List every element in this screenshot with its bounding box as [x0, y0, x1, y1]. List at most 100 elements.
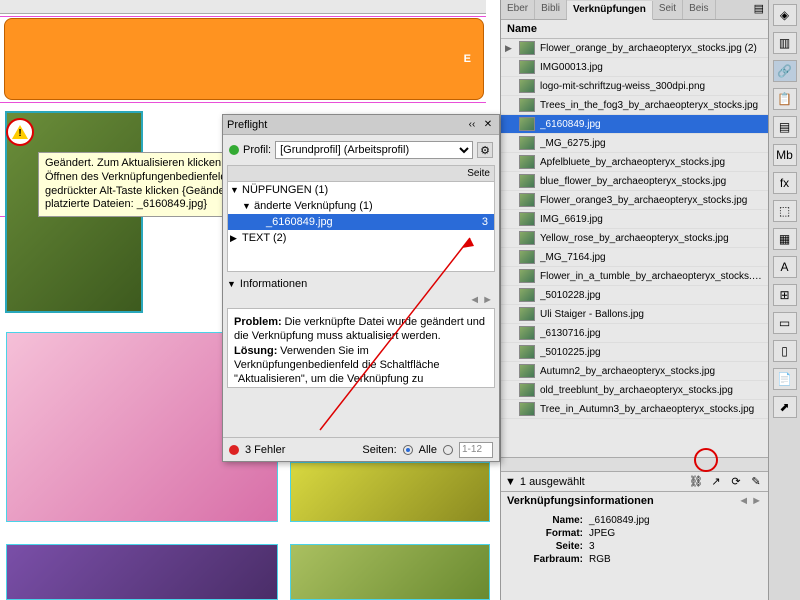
link-thumbnail	[519, 364, 535, 378]
next-icon[interactable]: ►	[482, 294, 493, 306]
close-icon[interactable]: ✕	[481, 118, 495, 132]
headline-frame[interactable]: E	[4, 18, 484, 100]
link-thumbnail	[519, 250, 535, 264]
pages-range-radio[interactable]	[443, 445, 453, 455]
tree-node[interactable]: ▼NÜPFUNGEN (1)	[228, 182, 494, 198]
tab-links[interactable]: Verknüpfungen	[567, 1, 653, 20]
link-row[interactable]: Tree_in_Autumn3_by_archaeopteryx_stocks.…	[501, 400, 768, 419]
disclosure-icon[interactable]: ▼	[227, 279, 236, 289]
link-thumbnail	[519, 136, 535, 150]
guide[interactable]	[0, 102, 486, 103]
prev-icon[interactable]: ◄	[469, 294, 480, 306]
toolbar-button[interactable]: 📄	[773, 368, 797, 390]
link-row[interactable]: Apfelbluete_by_archaeopteryx_stocks.jpg	[501, 153, 768, 172]
links-col-name[interactable]: Name	[501, 20, 768, 39]
link-row[interactable]: Autumn2_by_archaeopteryx_stocks.jpg	[501, 362, 768, 381]
profile-select[interactable]: [Grundprofil] (Arbeitsprofil)	[275, 141, 473, 159]
info-value: _6160849.jpg	[589, 515, 650, 526]
link-row[interactable]: old_treeblunt_by_archaeopteryx_stocks.jp…	[501, 381, 768, 400]
toolbar-button[interactable]: ⬈	[773, 396, 797, 418]
guide[interactable]	[0, 16, 486, 17]
minimize-icon[interactable]: ‹‹	[465, 118, 479, 132]
link-name: blue_flower_by_archaeopteryx_stocks.jpg	[540, 176, 764, 187]
tab-layers[interactable]: Eber	[501, 0, 535, 19]
col-page: Seite	[463, 166, 494, 181]
links-h-scrollbar[interactable]	[501, 457, 768, 471]
toolbar-button[interactable]: fx	[773, 172, 797, 194]
link-row[interactable]: _6130716.jpg	[501, 324, 768, 343]
info-key: Farbraum:	[507, 554, 589, 565]
tree-node[interactable]: ▼änderte Verknüpfung (1)	[228, 198, 494, 214]
link-row[interactable]: ▶Flower_orange_by_archaeopteryx_stocks.j…	[501, 39, 768, 58]
toolbar-button[interactable]: A	[773, 256, 797, 278]
error-tree[interactable]: ▼NÜPFUNGEN (1) ▼änderte Verknüpfung (1) …	[227, 182, 495, 272]
link-info-table: Name:_6160849.jpgFormat:JPEGSeite:3Farbr…	[501, 510, 768, 570]
relink-icon[interactable]: ⛓	[688, 475, 704, 489]
link-name: logo-mit-schriftzug-weiss_300dpi.png	[540, 81, 764, 92]
edit-original-icon[interactable]: ✎	[748, 475, 764, 489]
toolbar-button[interactable]: ◈	[773, 4, 797, 26]
panel-menu-icon[interactable]: ▤	[750, 0, 768, 19]
link-row[interactable]: _5010228.jpg	[501, 286, 768, 305]
preflight-titlebar[interactable]: Preflight ‹‹ ✕	[223, 115, 499, 135]
info-key: Seite:	[507, 541, 589, 552]
toolbar-button[interactable]: Mb	[773, 144, 797, 166]
prev-link-icon[interactable]: ◄	[738, 495, 749, 507]
pages-all-radio[interactable]	[403, 445, 413, 455]
link-row[interactable]: IMG00013.jpg	[501, 58, 768, 77]
link-thumbnail	[519, 98, 535, 112]
link-row[interactable]: blue_flower_by_archaeopteryx_stocks.jpg	[501, 172, 768, 191]
link-row[interactable]: logo-mit-schriftzug-weiss_300dpi.png	[501, 77, 768, 96]
link-row[interactable]: Flower_orange3_by_archaeopteryx_stocks.j…	[501, 191, 768, 210]
link-row[interactable]: _6160849.jpg	[501, 115, 768, 134]
tab-samples[interactable]: Beis	[683, 0, 715, 19]
link-row[interactable]: IMG_6619.jpg	[501, 210, 768, 229]
next-link-icon[interactable]: ►	[751, 495, 762, 507]
pages-range-input[interactable]	[459, 442, 493, 458]
info-value: JPEG	[589, 528, 615, 539]
selection-count: 1 ausgewählt	[520, 476, 585, 488]
link-row[interactable]: _5010225.jpg	[501, 343, 768, 362]
disclosure-icon[interactable]: ▼	[505, 476, 516, 488]
image-frame[interactable]	[290, 462, 490, 522]
link-row[interactable]: Flower_in_a_tumble_by_archaeopteryx_stoc…	[501, 267, 768, 286]
tree-leaf-selected[interactable]: _6160849.jpg3	[228, 214, 494, 230]
toolbar-button[interactable]: ⬚	[773, 200, 797, 222]
link-thumbnail	[519, 155, 535, 169]
link-thumbnail	[519, 402, 535, 416]
link-name: Yellow_rose_by_archaeopteryx_stocks.jpg	[540, 233, 764, 244]
toolbar-button[interactable]: ⊞	[773, 284, 797, 306]
link-name: _5010225.jpg	[540, 347, 764, 358]
toolbar-button[interactable]: ▤	[773, 116, 797, 138]
link-row[interactable]: _MG_6275.jpg	[501, 134, 768, 153]
toolbar-button[interactable]: ▦	[773, 228, 797, 250]
update-link-icon[interactable]: ⟳	[728, 475, 744, 489]
toolbar-button[interactable]: ▥	[773, 32, 797, 54]
link-name: _MG_7164.jpg	[540, 252, 764, 263]
toolbar-button[interactable]: ▭	[773, 312, 797, 334]
image-frame[interactable]	[6, 544, 278, 600]
profile-label: Profil:	[243, 144, 271, 156]
tab-pages[interactable]: Seit	[653, 0, 683, 19]
profile-gear-icon[interactable]: ⚙	[477, 142, 493, 158]
link-thumbnail	[519, 174, 535, 188]
tree-node[interactable]: ▶TEXT (2)	[228, 230, 494, 246]
info-value: 3	[589, 541, 595, 552]
link-name: Apfelbluete_by_archaeopteryx_stocks.jpg	[540, 157, 764, 168]
status-light-icon	[229, 145, 239, 155]
image-frame[interactable]	[290, 544, 490, 600]
link-row[interactable]: Yellow_rose_by_archaeopteryx_stocks.jpg	[501, 229, 768, 248]
toolbar-button[interactable]: 🔗	[773, 60, 797, 82]
toolbar-button[interactable]: 📋	[773, 88, 797, 110]
preflight-title: Preflight	[227, 119, 463, 131]
link-row[interactable]: Uli Staiger - Ballons.jpg	[501, 305, 768, 324]
tab-library[interactable]: Bibli	[535, 0, 567, 19]
toolbar-button[interactable]: ▯	[773, 340, 797, 362]
links-list[interactable]: ▶Flower_orange_by_archaeopteryx_stocks.j…	[501, 39, 768, 457]
link-row[interactable]: _MG_7164.jpg	[501, 248, 768, 267]
goto-link-icon[interactable]: ↗	[708, 475, 724, 489]
disclosure-icon[interactable]: ▶	[505, 43, 514, 54]
info-key: Format:	[507, 528, 589, 539]
modified-link-warning-icon[interactable]	[6, 118, 34, 146]
link-row[interactable]: Trees_in_the_fog3_by_archaeopteryx_stock…	[501, 96, 768, 115]
